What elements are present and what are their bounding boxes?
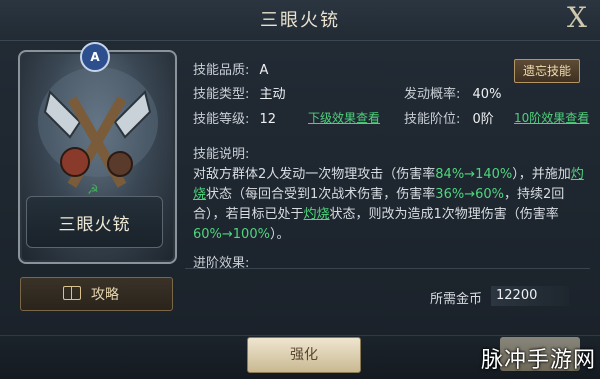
skill-panel: 三眼火铳 X A ☭ 三眼火铳 攻略 技能品质: A 遗忘技能 技能类型: 主动… (0, 0, 600, 379)
divider (185, 268, 590, 269)
probability-value: 40% (472, 87, 502, 102)
type-value: 主动 (259, 87, 286, 102)
tier10-link-wrap: 10阶效果查看 (514, 109, 589, 126)
guide-button[interactable]: 攻略 (20, 277, 173, 311)
gold-value: 12200 (496, 288, 538, 303)
level-row: 技能等级: 12 (193, 108, 276, 127)
quality-row: 技能品质: A (193, 59, 268, 78)
tier10-effect-link[interactable]: 10阶效果查看 (514, 111, 589, 125)
probability-label: 发动概率: (404, 87, 461, 102)
card-name-plate: 三眼火铳 (26, 196, 163, 248)
quality-label: 技能品质: (193, 63, 250, 78)
title-bar: 三眼火铳 X (0, 0, 600, 41)
level-value: 12 (259, 112, 277, 127)
level-label: 技能等级: (193, 112, 250, 127)
card-name: 三眼火铳 (58, 215, 131, 235)
desc-text: 对敌方群体2人发动一次物理攻击（伤害率 (193, 167, 436, 182)
skill-description: 对敌方群体2人发动一次物理攻击（伤害率84%→140%），并施加灼烧 状态（每回合… (193, 165, 588, 245)
tier-value: 0阶 (472, 112, 494, 127)
tier-row: 技能阶位: 0阶 (404, 108, 494, 127)
strengthen-button[interactable]: 强化 (247, 337, 361, 373)
desc-text: ），并施加 (512, 167, 571, 182)
tier-label: 技能阶位: (404, 112, 461, 127)
next-level-effect-link[interactable]: 下级效果查看 (308, 111, 380, 125)
type-row: 技能类型: 主动 (193, 83, 286, 102)
book-icon (63, 286, 81, 300)
forget-skill-button[interactable]: 遗忘技能 (514, 59, 580, 83)
desc-text: 状态，则改为造成1次物理伤害（伤害率 (329, 207, 559, 222)
probability-row: 发动概率: 40% (404, 83, 501, 102)
watermark: 脉冲手游网 (480, 348, 596, 373)
panel-title: 三眼火铳 (260, 10, 340, 31)
gold-label: 所需金币 (430, 292, 483, 307)
desc-highlight: 84%→140% (435, 167, 513, 182)
quality-value: A (259, 63, 269, 78)
next-level-link-wrap: 下级效果查看 (308, 109, 380, 126)
desc-highlight: 60%→100% (193, 227, 270, 242)
desc-label: 技能说明: (193, 147, 250, 162)
burn-status-link[interactable]: 灼烧 (304, 207, 330, 222)
rank-badge: A (80, 42, 110, 72)
guide-button-label: 攻略 (91, 287, 119, 303)
desc-text: ）。 (269, 227, 290, 242)
axe-artwork-icon (38, 67, 158, 188)
desc-highlight: 36%→60% (435, 187, 504, 202)
close-button[interactable]: X (562, 2, 592, 34)
desc-text: 状态（每回合受到1次战术伤害，伤害率 (206, 187, 436, 202)
desc-heading: 技能说明: (193, 143, 249, 162)
type-label: 技能类型: (193, 87, 250, 102)
